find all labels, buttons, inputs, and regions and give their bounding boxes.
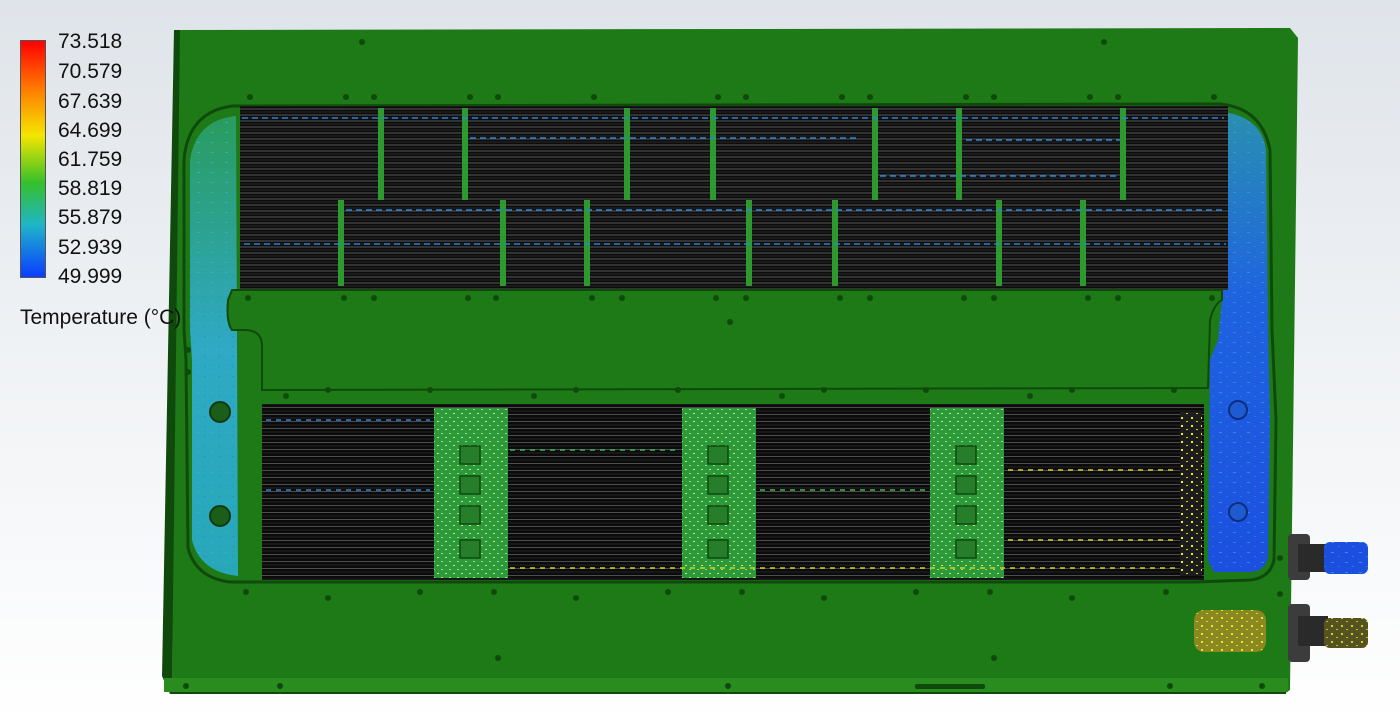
outlet-fitting [1288,604,1368,662]
legend-tick: 67.639 [58,90,123,113]
legend-tick: 52.939 [58,236,123,259]
legend-tick-min: 49.999 [58,265,123,288]
legend-tick: 58.819 [58,177,123,200]
inlet-fitting [1288,534,1368,580]
top-fin-bank [240,106,1228,290]
simulation-viewport[interactable]: 73.518 70.579 67.639 64.699 61.759 58.81… [0,0,1400,722]
legend-title: Temperature (°C) [20,306,182,329]
legend-tick: 61.759 [58,148,123,171]
legend-tick: 64.699 [58,119,123,142]
color-scale-bar [20,40,46,278]
legend-tick-max: 73.518 [58,30,123,53]
legend-tick: 70.579 [58,60,123,83]
temperature-legend: 73.518 70.579 67.639 64.699 61.759 58.81… [0,0,260,340]
legend-tick: 55.879 [58,206,123,229]
